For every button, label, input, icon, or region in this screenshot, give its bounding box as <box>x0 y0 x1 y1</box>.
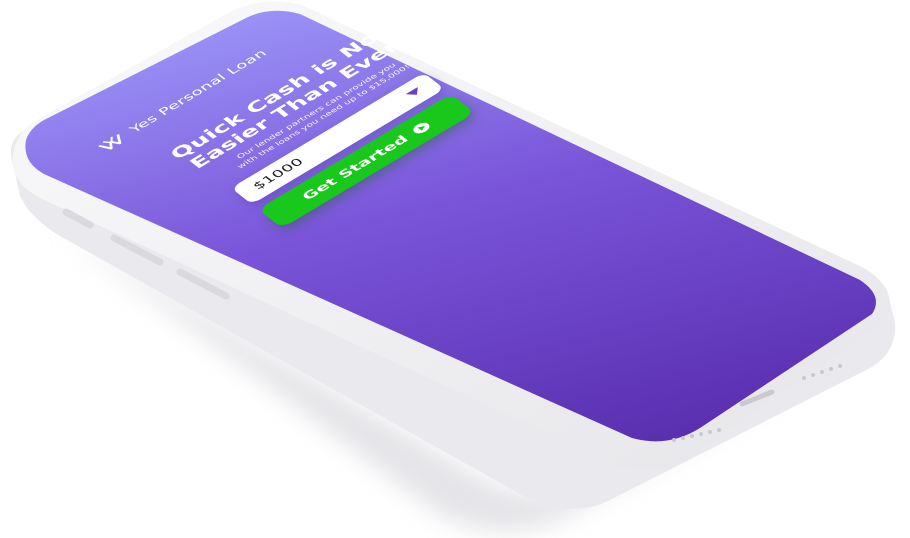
phone-mockup-stage: Yes Personal Loan Quick Cash is Now Easi… <box>0 0 910 538</box>
play-circle-icon <box>410 120 433 136</box>
caret-down-icon <box>405 86 423 99</box>
